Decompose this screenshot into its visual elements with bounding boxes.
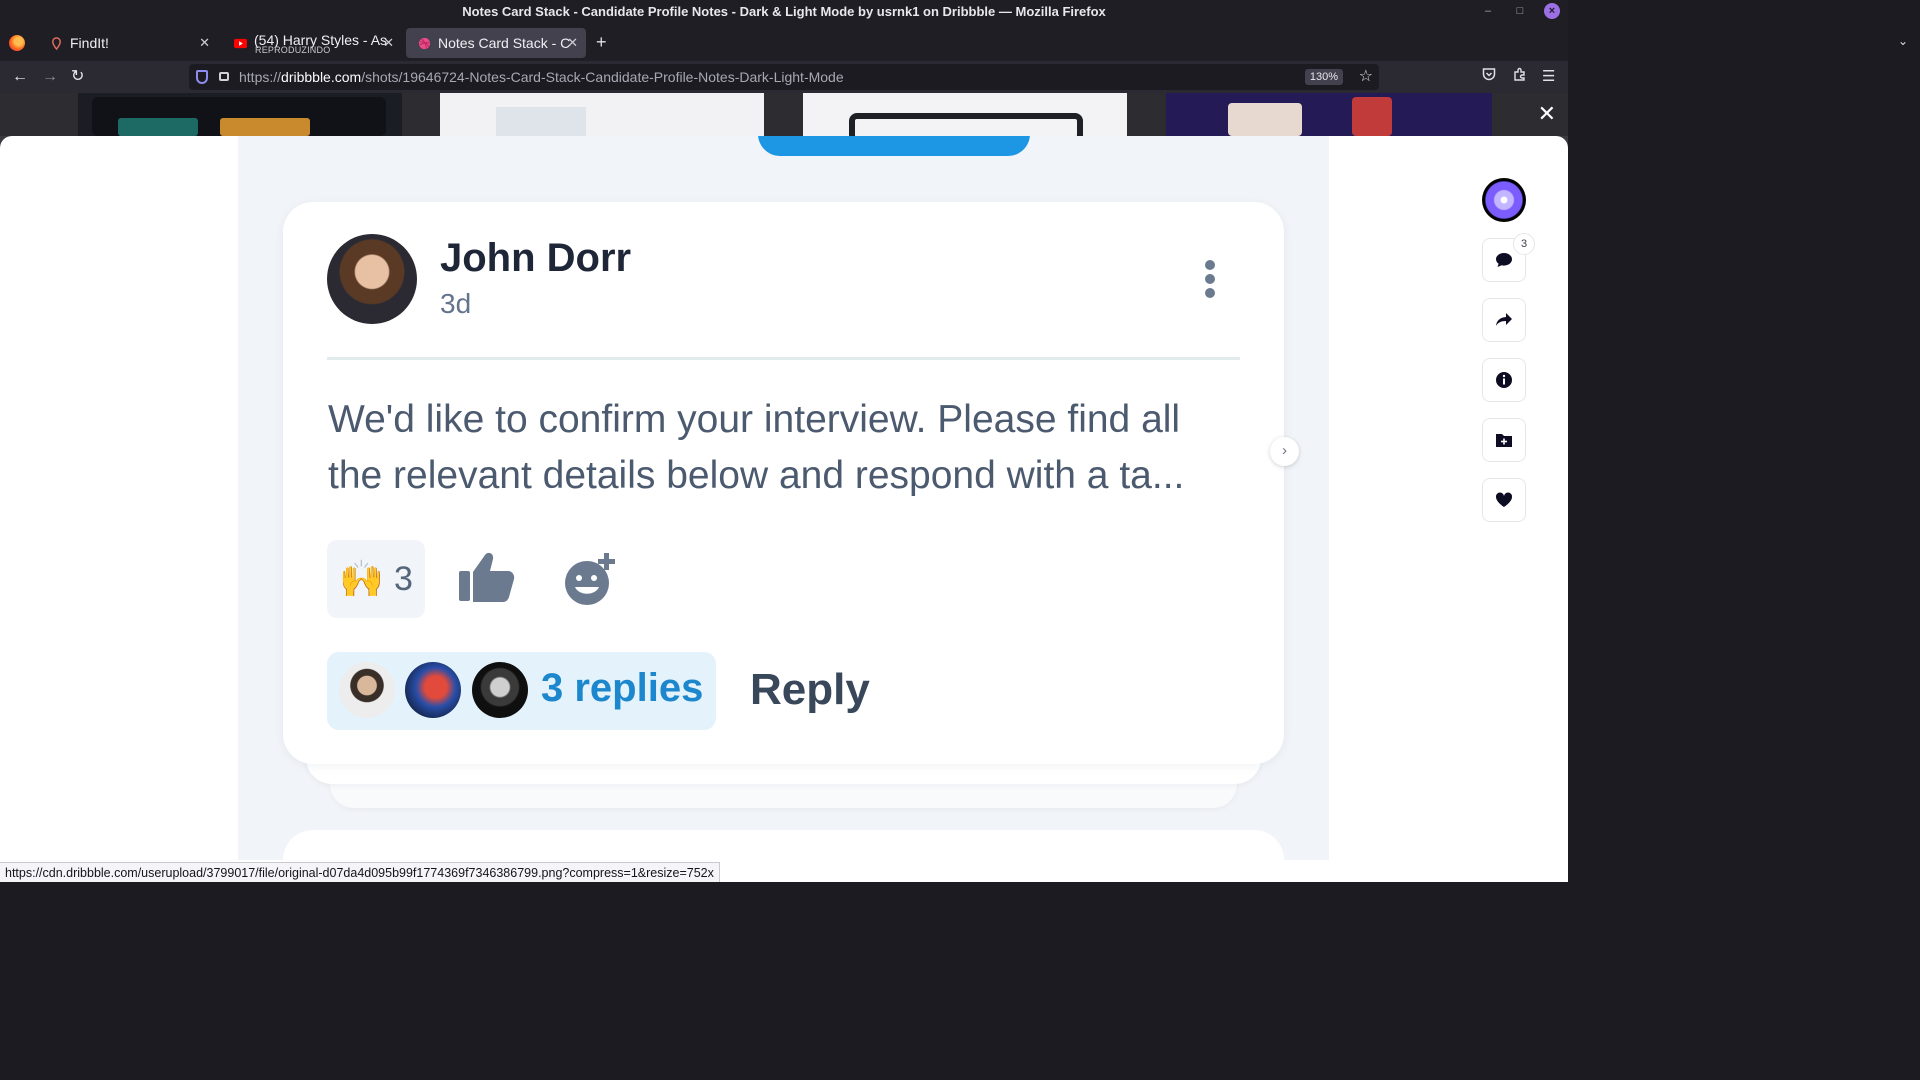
forward-icon[interactable]: → (42, 67, 58, 87)
note-card: John Dorr 3d We'd like to confirm your i… (283, 202, 1284, 764)
status-bar-url: https://cdn.dribbble.com/userupload/3799… (0, 862, 720, 882)
divider (327, 357, 1240, 360)
background-shot-thumbnail[interactable] (803, 93, 1127, 143)
background-shots (0, 93, 1568, 143)
navigation-bar: ← → ↻ https://dribbble.com/shots/1964672… (0, 61, 1568, 93)
comments-button[interactable]: 3 (1482, 233, 1535, 282)
avatar (405, 662, 461, 718)
maximize-icon[interactable]: □ (1512, 3, 1528, 19)
url-path: /shots/19646724-Notes-Card-Stack-Candida… (361, 69, 844, 85)
extensions-icon[interactable] (1513, 67, 1527, 85)
url-scheme: https:// (239, 69, 282, 85)
share-icon (1496, 313, 1512, 326)
youtube-icon (234, 38, 247, 49)
tab-findit[interactable]: FindIt! ✕ (38, 28, 218, 58)
background-shot-thumbnail[interactable] (440, 93, 764, 136)
comments-count-badge: 3 (1513, 233, 1535, 255)
note-message: We'd like to confirm your interview. Ple… (328, 398, 1185, 497)
dribbble-icon (418, 37, 431, 49)
window-title: Notes Card Stack - Candidate Profile Not… (462, 4, 1106, 19)
replies-count: 3 replies (541, 666, 704, 710)
details-button[interactable] (1482, 358, 1526, 402)
minimize-icon[interactable]: – (1480, 3, 1496, 19)
window-titlebar: Notes Card Stack - Candidate Profile Not… (0, 0, 1568, 24)
firefox-icon[interactable] (9, 35, 25, 51)
close-icon[interactable]: ✕ (1538, 103, 1556, 125)
chevron-right-icon[interactable]: › (1270, 437, 1299, 466)
heart-icon (1495, 492, 1513, 507)
reaction-chip[interactable]: 🙌 3 (327, 540, 425, 618)
tab-sublabel: REPRODUZINDO (255, 45, 331, 55)
thumbs-up-icon[interactable] (458, 551, 516, 603)
close-icon[interactable]: ✕ (199, 35, 210, 51)
shot-modal: John Dorr 3d We'd like to confirm your i… (0, 136, 1568, 882)
folder-plus-icon (1496, 434, 1512, 447)
blue-button-shape (758, 136, 1030, 156)
replies-button[interactable]: 3 replies (327, 652, 716, 730)
url-bar[interactable]: https://dribbble.com/shots/19646724-Note… (189, 64, 1379, 90)
add-emoji-icon[interactable] (563, 551, 619, 607)
background-shot-thumbnail[interactable] (1166, 93, 1492, 136)
lock-icon[interactable] (219, 72, 229, 81)
reaction-count: 3 (393, 559, 413, 598)
avatar (327, 234, 417, 324)
note-time: 3d (440, 288, 472, 319)
close-icon[interactable]: ✕ (383, 35, 394, 51)
like-button[interactable] (1482, 478, 1526, 522)
back-icon[interactable]: ← (12, 67, 28, 87)
designer-avatar[interactable] (1482, 178, 1526, 222)
avatar (472, 662, 528, 718)
info-icon (1496, 372, 1512, 388)
tab-youtube[interactable]: (54) Harry Styles - As It REPRODUZINDO ✕ (222, 28, 402, 58)
star-icon[interactable]: ☆ (1359, 64, 1373, 90)
zoom-level[interactable]: 130% (1304, 69, 1343, 85)
reply-button[interactable]: Reply (750, 665, 870, 715)
raised-hands-icon: 🙌 (339, 558, 384, 599)
page-viewport: ✕ John Dorr 3d We'd like to confirm your… (0, 93, 1568, 882)
shield-icon[interactable] (196, 70, 208, 84)
url-domain: dribbble.com (281, 69, 362, 85)
close-icon[interactable]: ✕ (567, 35, 578, 51)
shot-image: John Dorr 3d We'd like to confirm your i… (238, 136, 1329, 882)
menu-icon[interactable]: ☰ (1542, 67, 1555, 85)
author-name: John Dorr (440, 236, 632, 280)
reload-icon[interactable]: ↻ (71, 67, 84, 87)
window-close-icon[interactable]: × (1544, 3, 1560, 19)
pin-icon (52, 36, 61, 50)
background-shot-thumbnail[interactable] (78, 93, 402, 136)
tab-strip: FindIt! ✕ (54) Harry Styles - As It REPR… (0, 24, 1568, 61)
share-button[interactable] (1482, 298, 1526, 342)
tab-label: FindIt! (70, 35, 109, 51)
tab-dribbble[interactable]: Notes Card Stack - Candidate ✕ (406, 28, 586, 58)
pocket-icon[interactable] (1482, 67, 1496, 85)
tab-label: Notes Card Stack - Candidate (438, 35, 570, 51)
kebab-icon[interactable] (1205, 260, 1215, 300)
window-controls: – □ × (1480, 3, 1560, 19)
save-to-collection-button[interactable] (1482, 418, 1526, 462)
avatar (339, 662, 395, 718)
comment-icon (1496, 253, 1512, 267)
new-tab-button[interactable]: + (596, 32, 607, 53)
chevron-down-icon[interactable]: ⌄ (1898, 34, 1908, 48)
